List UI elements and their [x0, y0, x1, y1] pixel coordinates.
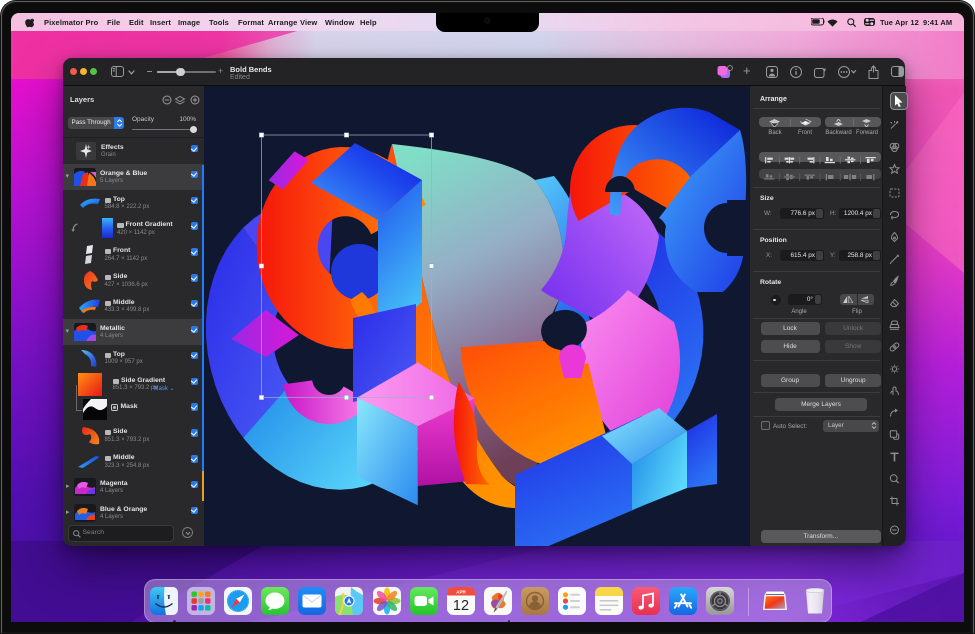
svg-text:12: 12: [453, 598, 469, 614]
svg-text:APR: APR: [456, 589, 466, 594]
